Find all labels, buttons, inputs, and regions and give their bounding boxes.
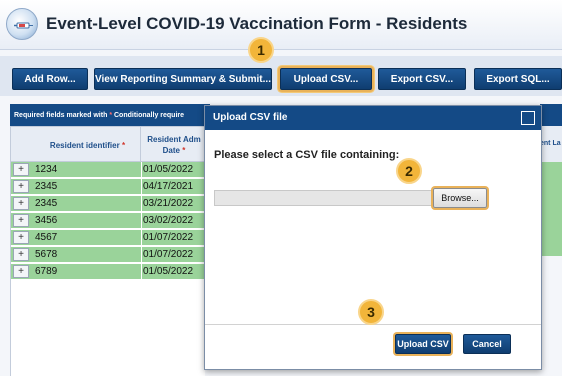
file-path-field[interactable] bbox=[214, 190, 436, 206]
required-star: * bbox=[182, 146, 186, 155]
cell-divider bbox=[141, 213, 142, 229]
browse-button-label: Browse... bbox=[441, 193, 479, 203]
add-row-button-label: Add Row... bbox=[24, 73, 76, 85]
admission-date-label-line1: Resident Adm bbox=[147, 135, 201, 144]
syringe-logo-icon bbox=[6, 8, 38, 40]
table-row[interactable]: + 5678 01/07/2022 bbox=[11, 247, 206, 263]
cell-divider bbox=[141, 264, 142, 280]
browse-button[interactable]: Browse... bbox=[433, 188, 487, 208]
table-row[interactable]: + 2345 03/21/2022 bbox=[11, 196, 206, 212]
admission-date-label-line2: Date bbox=[162, 146, 180, 155]
resident-id-cell[interactable]: 6789 bbox=[35, 266, 57, 277]
step-3-callout: 3 bbox=[358, 299, 384, 325]
resident-id-cell[interactable]: 4567 bbox=[35, 232, 57, 243]
cell-divider bbox=[141, 196, 142, 212]
required-fields-note: Required fields marked with * Conditiona… bbox=[10, 104, 210, 126]
admission-date-cell[interactable]: 01/05/2022 bbox=[143, 266, 193, 277]
export-sql-button-label: Export SQL... bbox=[486, 73, 550, 85]
expand-row-button[interactable]: + bbox=[13, 265, 29, 278]
resident-id-cell[interactable]: 5678 bbox=[35, 249, 57, 260]
column-header-resident-identifier[interactable]: Resident identifier * bbox=[35, 127, 141, 163]
conditional-note-text: Conditionally require bbox=[114, 111, 185, 119]
resident-id-cell[interactable]: 1234 bbox=[35, 164, 57, 175]
admission-date-cell[interactable]: 01/05/2022 bbox=[143, 164, 193, 175]
table-row[interactable]: + 6789 01/05/2022 bbox=[11, 264, 206, 280]
cell-divider bbox=[141, 162, 142, 178]
dialog-title-bar[interactable]: Upload CSV file bbox=[205, 106, 541, 130]
required-note-text: Required fields marked with bbox=[14, 111, 108, 119]
column-header-admission-date[interactable]: Resident Adm Date * bbox=[141, 127, 207, 163]
table-row[interactable]: + 1234 01/05/2022 bbox=[11, 162, 206, 178]
dialog-title: Upload CSV file bbox=[213, 112, 288, 123]
table-row[interactable]: + 3456 03/02/2022 bbox=[11, 213, 206, 229]
column-header-right[interactable]: ent La bbox=[540, 126, 562, 162]
cell-divider bbox=[141, 179, 142, 195]
upload-csv-dialog: Upload CSV file Please select a CSV file… bbox=[204, 105, 542, 370]
required-marker: * bbox=[109, 111, 113, 119]
admission-date-cell[interactable]: 01/07/2022 bbox=[143, 249, 193, 260]
export-csv-button-label: Export CSV... bbox=[390, 73, 454, 85]
expand-row-button[interactable]: + bbox=[13, 214, 29, 227]
resident-id-cell[interactable]: 2345 bbox=[35, 198, 57, 209]
step-2-callout: 2 bbox=[396, 158, 422, 184]
upload-csv-button-label: Upload CSV bbox=[397, 339, 449, 349]
cancel-button-label: Cancel bbox=[472, 339, 502, 349]
admission-date-cell[interactable]: 01/07/2022 bbox=[143, 232, 193, 243]
page-header: Event-Level COVID-19 Vaccination Form - … bbox=[0, 0, 562, 50]
resident-id-cell[interactable]: 3456 bbox=[35, 215, 57, 226]
expand-row-button[interactable]: + bbox=[13, 163, 29, 176]
grid-header: Resident identifier * Resident Adm Date … bbox=[10, 126, 207, 163]
required-star: * bbox=[121, 140, 126, 150]
admission-date-cell[interactable]: 04/17/2021 bbox=[143, 181, 193, 192]
cell-divider bbox=[141, 230, 142, 246]
resident-identifier-label: Resident identifier bbox=[49, 140, 120, 150]
table-row[interactable]: + 2345 04/17/2021 bbox=[11, 179, 206, 195]
add-row-button[interactable]: Add Row... bbox=[12, 68, 88, 90]
expand-row-button[interactable]: + bbox=[13, 197, 29, 210]
expand-row-button[interactable]: + bbox=[13, 248, 29, 261]
resident-id-cell[interactable]: 2345 bbox=[35, 181, 57, 192]
view-reporting-summary-button[interactable]: View Reporting Summary & Submit... bbox=[94, 68, 272, 90]
grid-note-right bbox=[540, 104, 562, 126]
export-sql-button[interactable]: Export SQL... bbox=[474, 68, 562, 90]
admission-date-cell[interactable]: 03/02/2022 bbox=[143, 215, 193, 226]
page-title: Event-Level COVID-19 Vaccination Form - … bbox=[46, 14, 468, 33]
upload-csv-button[interactable]: Upload CSV bbox=[395, 334, 451, 354]
export-csv-button[interactable]: Export CSV... bbox=[378, 68, 466, 90]
admission-date-cell[interactable]: 03/21/2022 bbox=[143, 198, 193, 209]
maximize-icon[interactable] bbox=[521, 111, 535, 125]
dialog-prompt: Please select a CSV file containing: bbox=[214, 149, 400, 161]
table-row[interactable]: + 4567 01/07/2022 bbox=[11, 230, 206, 246]
view-summary-button-label: View Reporting Summary & Submit... bbox=[95, 73, 271, 85]
upload-csv-toolbar-label: Upload CSV... bbox=[293, 73, 359, 85]
step-1-callout: 1 bbox=[248, 37, 274, 63]
cancel-button[interactable]: Cancel bbox=[463, 334, 511, 354]
upload-csv-toolbar-button[interactable]: Upload CSV... bbox=[280, 68, 372, 90]
expand-row-button[interactable]: + bbox=[13, 180, 29, 193]
expand-row-button[interactable]: + bbox=[13, 231, 29, 244]
cell-divider bbox=[141, 247, 142, 263]
grid-body: + 1234 01/05/2022 + 2345 04/17/2021 + 23… bbox=[10, 162, 206, 376]
